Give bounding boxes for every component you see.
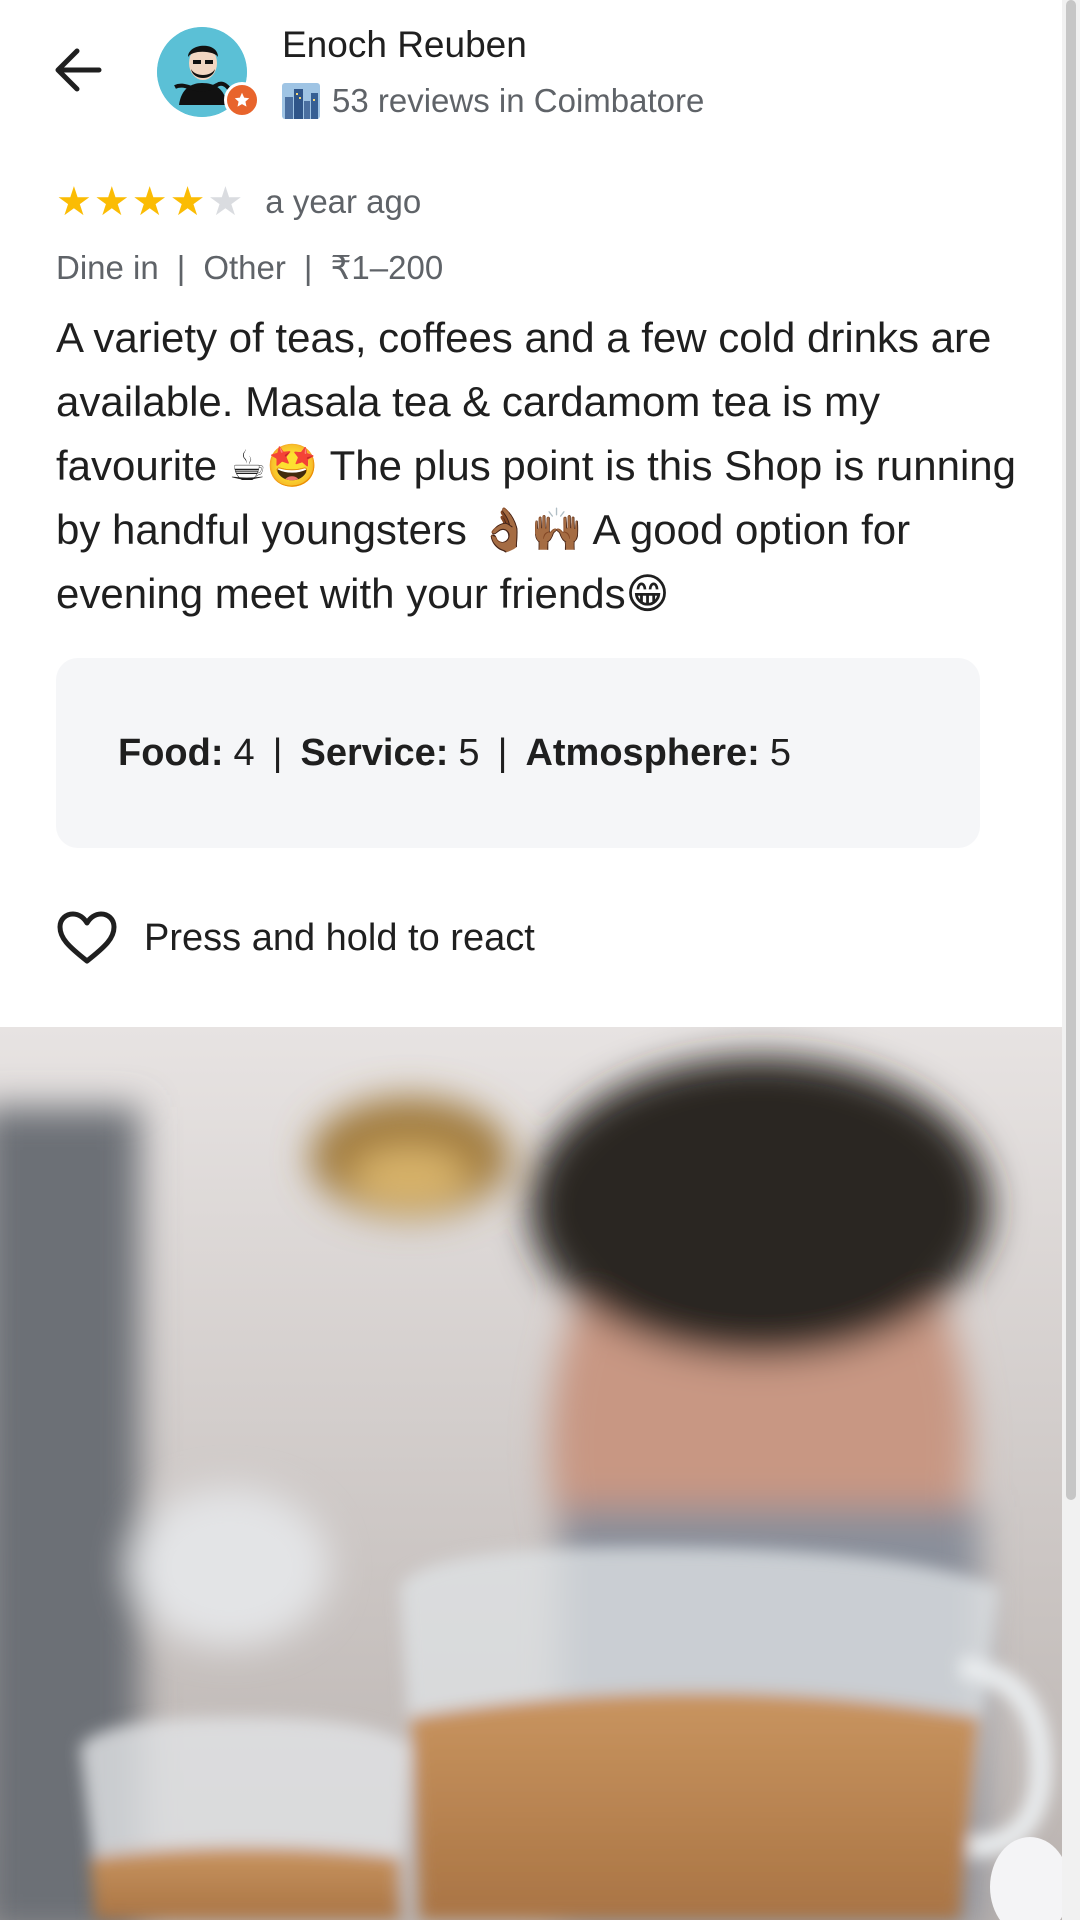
star-rating: ★ ★ ★ ★ ★ <box>56 180 243 224</box>
review-text: A variety of teas, coffees and a few col… <box>56 314 1017 617</box>
review-photo[interactable] <box>0 1027 1062 1920</box>
star-icon: ★ <box>169 180 206 224</box>
atmosphere-label: Atmosphere: <box>525 731 760 774</box>
atmosphere-value: 5 <box>769 731 791 774</box>
cityscape-emoji-icon <box>282 83 320 119</box>
star-icon: ★ <box>56 180 92 224</box>
reviewer-name[interactable]: Enoch Reuben <box>282 24 527 66</box>
subratings-card: Food: 4 | Service: 5 | Atmosphere: 5 <box>56 658 980 848</box>
food-value: 4 <box>233 731 255 774</box>
star-icon: ★ <box>93 180 130 224</box>
review-photo-image <box>0 1027 1062 1920</box>
review-time: a year ago <box>265 183 422 220</box>
back-button[interactable] <box>44 36 112 104</box>
service-type: Dine in <box>56 248 159 286</box>
review-header: Enoch Reuben 53 reviews in Coimbatore <box>0 0 1062 160</box>
service-label: Service: <box>300 731 449 774</box>
scrollbar[interactable] <box>1062 0 1080 1920</box>
reviewer-stats-text: 53 reviews in Coimbatore <box>332 82 705 119</box>
heart-outline-icon <box>57 911 117 964</box>
star-icon: ★ <box>131 180 168 224</box>
food-label: Food: <box>118 731 224 774</box>
subrating-separator: | <box>272 731 283 774</box>
reviewer-stats[interactable]: 53 reviews in Coimbatore <box>282 82 704 120</box>
scrollbar-thumb[interactable] <box>1066 0 1076 1500</box>
meal-type: Other <box>203 248 286 286</box>
local-guide-star-icon <box>234 92 250 107</box>
react-button[interactable]: Press and hold to react <box>56 904 535 972</box>
review-meta: Dine in | Other | ₹1–200 <box>56 248 443 287</box>
arrow-back-icon <box>55 48 102 92</box>
subrating-separator: | <box>497 731 508 774</box>
service-value: 5 <box>458 731 480 774</box>
react-label: Press and hold to react <box>144 916 535 959</box>
star-empty-icon: ★ <box>207 180 244 224</box>
local-guide-badge <box>224 82 260 118</box>
meta-separator: | <box>176 248 186 286</box>
meta-separator: | <box>303 248 313 286</box>
price-range: ₹1–200 <box>330 249 444 286</box>
rating-row: ★ ★ ★ ★ ★ a year ago <box>56 180 421 224</box>
